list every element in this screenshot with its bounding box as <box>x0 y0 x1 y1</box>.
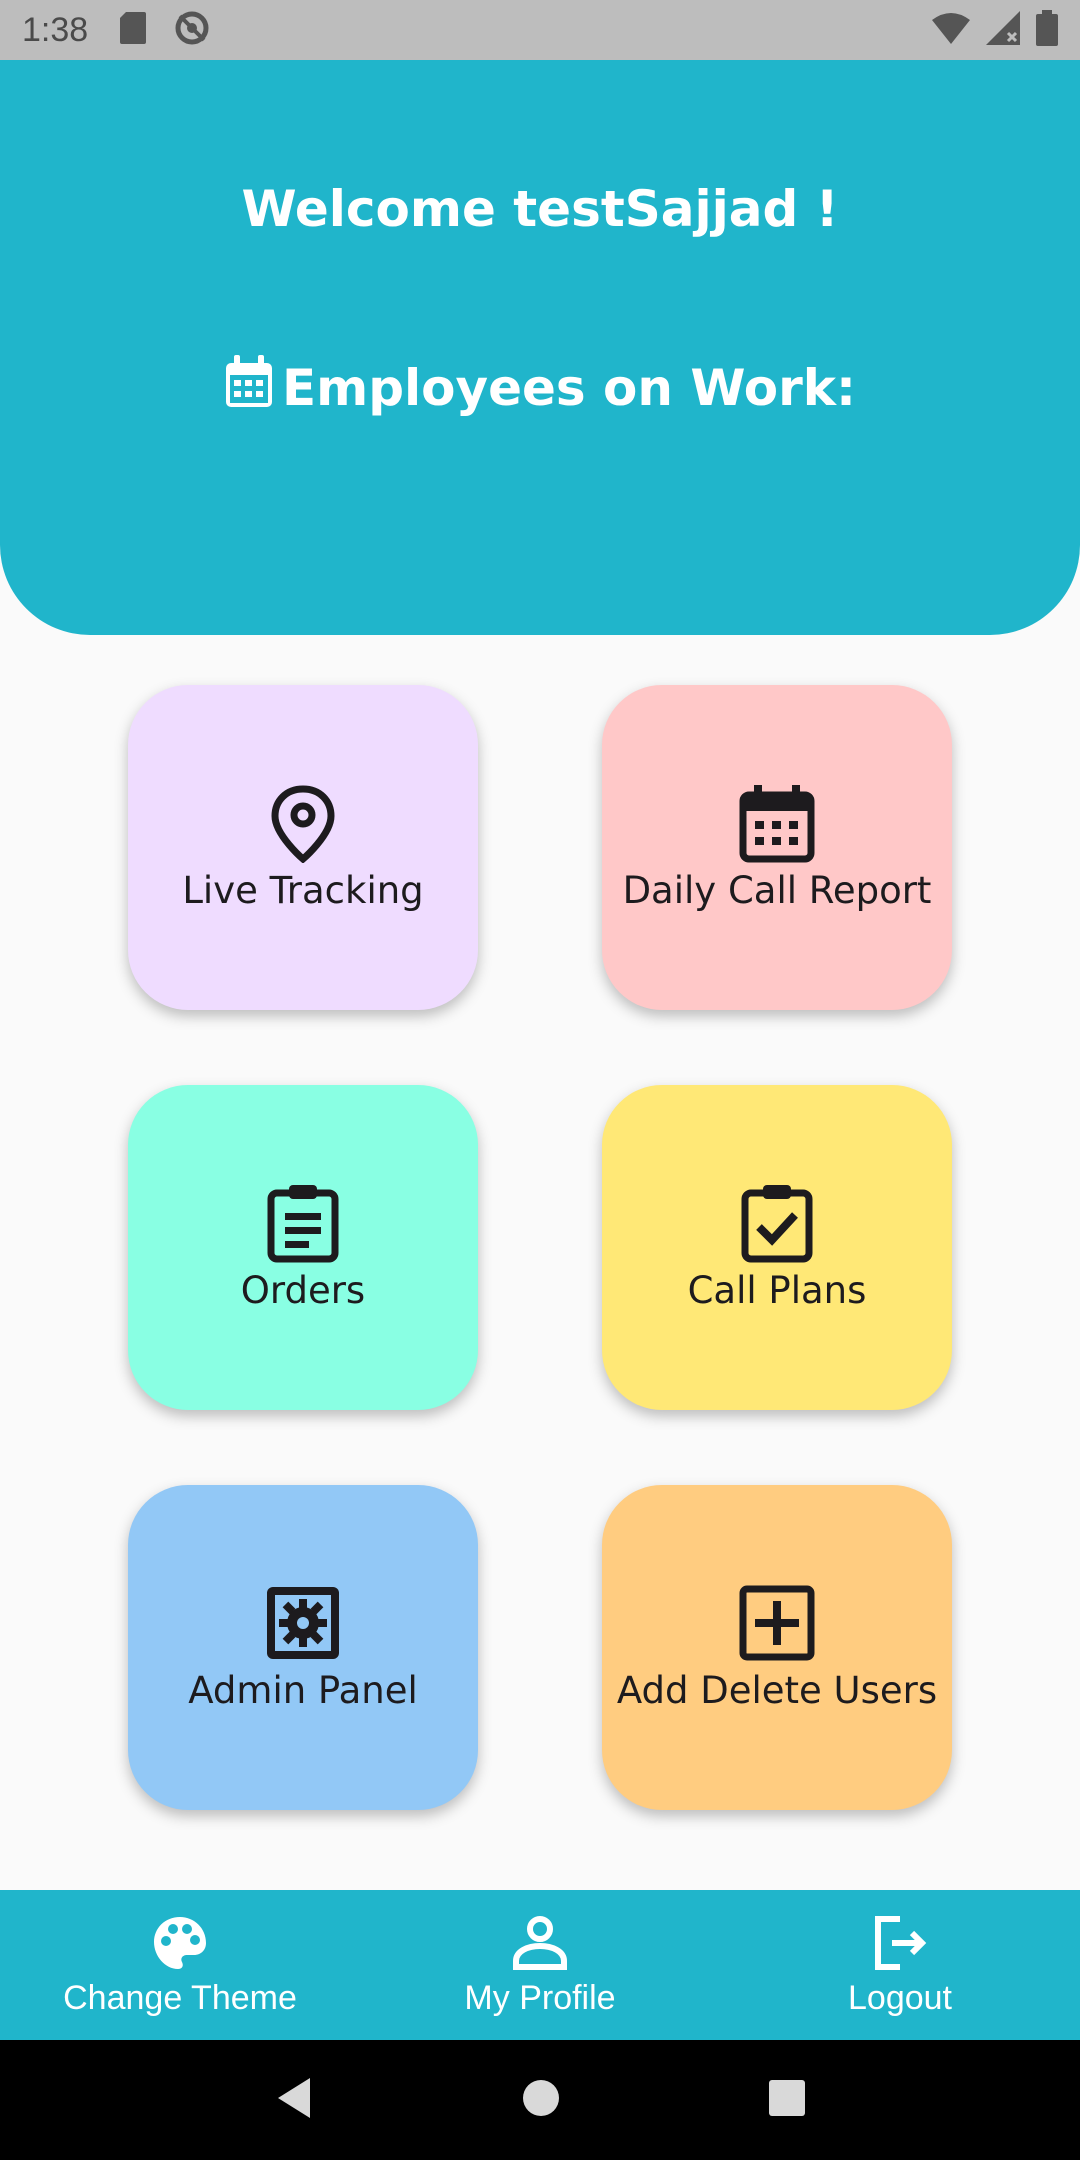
daily-call-report-label: Daily Call Report <box>622 869 932 912</box>
add-delete-users-label: Add Delete Users <box>616 1669 938 1712</box>
bottom-navigation: Change Theme My Profile Logout <box>0 1890 1080 2040</box>
orders-label: Orders <box>240 1269 366 1312</box>
admin-panel-card[interactable]: Admin Panel <box>128 1485 478 1810</box>
wifi-icon <box>932 12 970 48</box>
employees-on-work-label: Employees on Work: <box>281 359 857 417</box>
daily-call-report-card[interactable]: Daily Call Report <box>602 685 952 1010</box>
live-tracking-card[interactable]: Live Tracking <box>128 685 478 1010</box>
signal-icon <box>986 11 1020 49</box>
logout-button[interactable]: Logout <box>720 1890 1080 2040</box>
logout-label: Logout <box>848 1978 952 2017</box>
status-time: 1:38 <box>22 10 89 49</box>
person-icon <box>510 1913 570 1977</box>
calendar-icon <box>737 783 817 863</box>
system-navigation-bar <box>0 2040 1080 2160</box>
calendar-icon <box>224 355 282 421</box>
sd-card-icon <box>120 12 147 48</box>
palette-icon <box>150 1913 210 1977</box>
my-profile-button[interactable]: My Profile <box>360 1890 720 2040</box>
change-theme-button[interactable]: Change Theme <box>0 1890 360 2040</box>
call-plans-card[interactable]: Call Plans <box>602 1085 952 1410</box>
admin-panel-label: Admin Panel <box>188 1669 418 1712</box>
clipboard-list-icon <box>263 1183 343 1263</box>
back-icon[interactable] <box>274 2076 314 2124</box>
location-pin-icon <box>263 783 343 864</box>
add-delete-users-card[interactable]: Add Delete Users <box>602 1485 952 1810</box>
change-theme-label: Change Theme <box>63 1978 297 2017</box>
admin-settings-icon <box>263 1583 343 1663</box>
welcome-title: Welcome testSajjad ! <box>241 180 839 238</box>
battery-icon <box>1036 10 1058 50</box>
add-box-icon <box>737 1583 817 1663</box>
employees-on-work-row: Employees on Work: <box>0 355 1080 421</box>
home-icon[interactable] <box>521 2078 561 2122</box>
welcome-header <box>0 60 1080 635</box>
orders-card[interactable]: Orders <box>128 1085 478 1410</box>
live-tracking-label: Live Tracking <box>182 869 424 912</box>
status-bar: 1:38 <box>0 0 1080 60</box>
my-profile-label: My Profile <box>464 1978 616 2017</box>
clipboard-check-icon <box>737 1183 817 1263</box>
sync-disabled-icon <box>174 10 210 50</box>
recents-icon[interactable] <box>768 2079 806 2121</box>
call-plans-label: Call Plans <box>687 1269 867 1312</box>
logout-icon <box>870 1913 930 1977</box>
